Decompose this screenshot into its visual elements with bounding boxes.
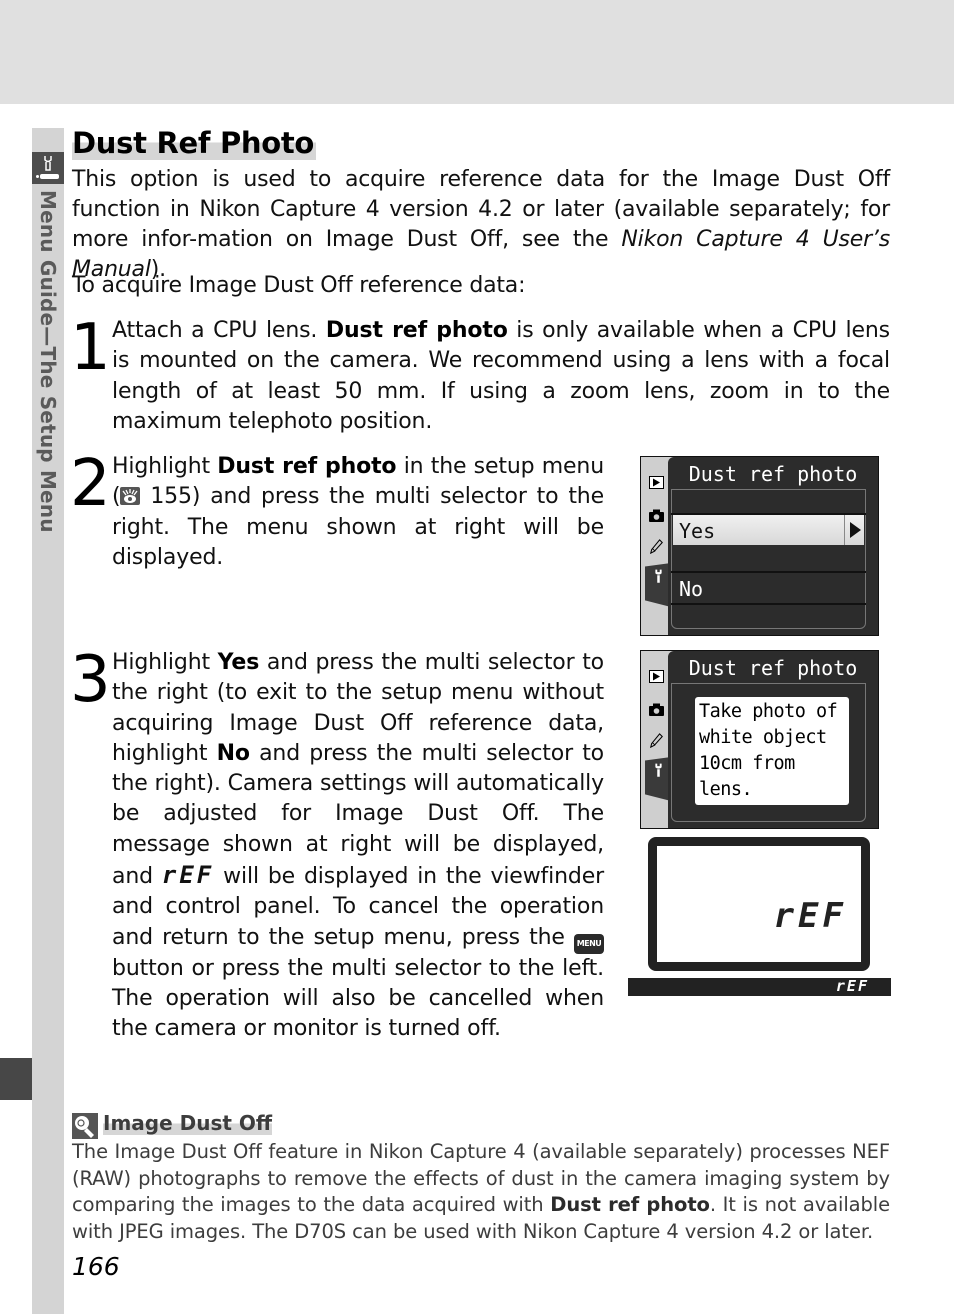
viewfinder-display: rEF — [628, 977, 891, 996]
menu-screen-title: Dust ref photo — [688, 462, 858, 486]
camera-menu-screen: Dust ref photo Yes No — [640, 456, 879, 636]
shooting-tab-icon — [649, 703, 664, 716]
step-text: Attach a CPU lens. — [112, 318, 326, 343]
procedure-intro: To acquire Image Dust Off reference data… — [72, 273, 526, 298]
menu-item-name: Dust ref photo — [550, 1193, 710, 1217]
thumb-index-tab — [0, 1058, 32, 1100]
note-body: The Image Dust Off feature in Nikon Capt… — [72, 1139, 890, 1246]
option-name: Yes — [217, 650, 260, 675]
step-number: 3 — [70, 643, 111, 717]
viewfinder-ref-readout: rEF — [835, 977, 869, 995]
row-divider — [671, 571, 866, 573]
page-header-band — [0, 0, 954, 104]
tip-magnifier-icon — [72, 1113, 98, 1139]
camera-message-screen: Dust ref photo Take photo of white objec… — [640, 650, 879, 829]
step-number: 1 — [70, 311, 111, 385]
step-2-text: Highlight Dust ref photo in the setup me… — [112, 452, 604, 573]
step-1-text: Attach a CPU lens. Dust ref photo is onl… — [112, 316, 890, 437]
page-title-text: Dust Ref Photo — [72, 126, 317, 160]
menu-list-frame — [671, 489, 866, 629]
menu-option-no[interactable]: No — [679, 574, 703, 604]
step-text: button or press the multi selector to th… — [112, 955, 604, 1042]
playback-tab-icon — [649, 476, 664, 489]
note-title-text: Image Dust Off — [103, 1111, 273, 1135]
step-number: 2 — [70, 447, 111, 521]
menu-item-name: Dust ref photo — [325, 318, 508, 343]
page-reference-link[interactable]: 155 — [140, 484, 192, 509]
page-title: Dust Ref Photo — [72, 126, 317, 160]
setup-tab-wrench-icon — [655, 763, 662, 777]
setup-tab-wrench-icon — [655, 569, 662, 583]
menu-button-icon: MENU — [574, 933, 604, 954]
intro-paragraph: This option is used to acquire reference… — [72, 165, 890, 285]
menu-item-name: Dust ref photo — [217, 454, 397, 479]
message-screen-title: Dust ref photo — [688, 656, 858, 680]
playback-tab-icon — [649, 670, 664, 683]
step-3-text: Highlight Yes and press the multi select… — [112, 648, 604, 1045]
section-side-label: Menu Guide—The Setup Menu — [36, 190, 60, 533]
note-title: Image Dust Off — [103, 1111, 273, 1135]
menu-option-label: Yes — [679, 519, 716, 543]
segment-display-glyph: rEF — [161, 861, 215, 890]
step-text: Highlight — [112, 454, 218, 479]
custom-settings-pencil-icon — [649, 733, 663, 748]
menu-option-yes[interactable]: Yes — [673, 515, 864, 545]
page-reference-icon — [120, 487, 141, 506]
custom-settings-pencil-icon — [649, 539, 663, 554]
right-arrow-icon — [844, 515, 864, 545]
row-divider — [671, 603, 866, 605]
option-name: No — [216, 740, 250, 766]
control-panel-display: rEF — [648, 837, 870, 971]
instruction-message: Take photo of white object 10cm from len… — [695, 697, 849, 805]
shooting-tab-icon — [649, 509, 664, 522]
setup-menu-wrench-icon — [32, 152, 64, 184]
control-panel-ref-readout: rEF — [773, 896, 847, 936]
page-number: 166 — [72, 1252, 120, 1281]
step-text: Highlight — [112, 650, 218, 675]
